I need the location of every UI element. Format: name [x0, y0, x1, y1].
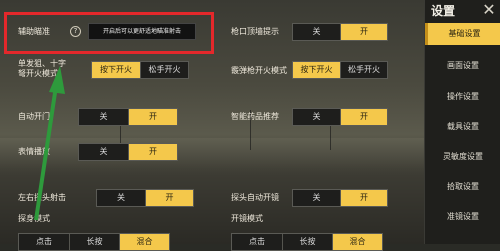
sidebar-item-vehicle[interactable]: 载具设置: [425, 116, 500, 138]
sidebar-item-basic[interactable]: 基础设置: [425, 23, 500, 45]
close-icon[interactable]: ✕: [480, 1, 498, 19]
sidebar-item-graphics[interactable]: 画面设置: [425, 55, 500, 77]
settings-sidebar: 设置 ✕ 基础设置 画面设置 操作设置 载具设置 灵敏度设置 拾取设置 准镜设置: [424, 0, 500, 244]
sidebar-item-pickup[interactable]: 拾取设置: [425, 176, 500, 198]
sidebar-item-sensitivity[interactable]: 灵敏度设置: [425, 146, 500, 168]
sidebar-title: 设置: [431, 4, 456, 18]
sidebar-item-scope[interactable]: 准镜设置: [425, 206, 500, 228]
sidebar-item-controls[interactable]: 操作设置: [425, 86, 500, 108]
